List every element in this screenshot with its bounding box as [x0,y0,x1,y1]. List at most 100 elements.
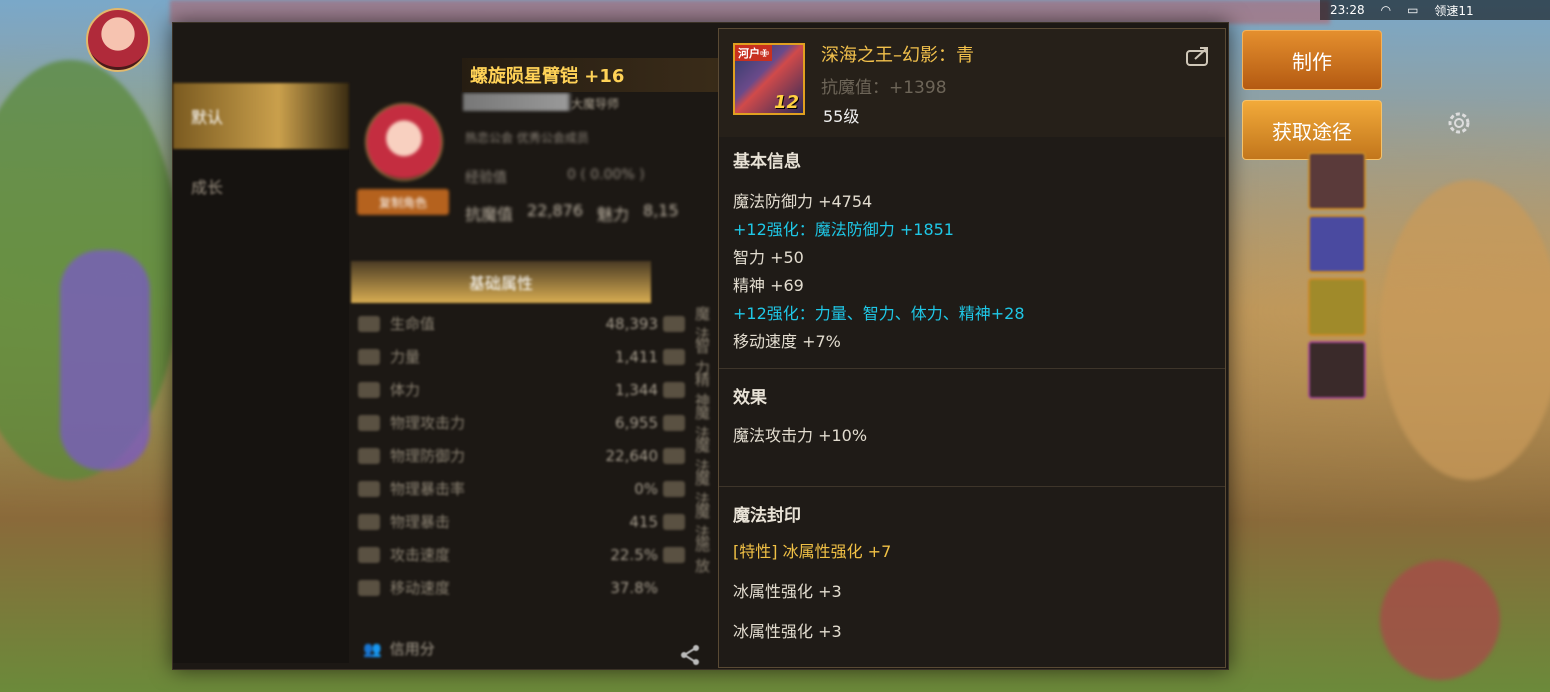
obtain-source-label: 获取途径 [1272,119,1352,144]
attr2-icon [663,381,685,398]
attr-row: 物理暴击 415 [358,505,658,538]
seal-line: [特性] 冰属性强化 +7 [733,542,892,561]
credit-score[interactable]: 👥 信用分 [363,638,435,659]
attr-value: 48,393 [605,314,659,333]
exp-value: 0 ( 0.00% ) [567,167,645,183]
resist-label: 抗魔值 [465,205,514,224]
tab-growth[interactable]: 成长 [173,153,349,219]
section-divider [719,486,1225,487]
attr-value: 6,955 [615,413,658,432]
people-icon: 👥 [363,639,382,658]
item-icon-level: 12 [773,92,799,113]
copy-character-label: 复制角色 [378,195,427,210]
equipment-slot[interactable] [1308,152,1366,210]
stat-line: 移动速度 +7% [733,332,841,351]
resist-value: 22,876 [527,201,583,220]
item-icon-tag: 河户✙ [735,45,773,61]
gear-icon[interactable] [1444,108,1474,138]
attr-value: 1,411 [615,347,658,366]
attr-row: 力量 1,411 [358,340,658,373]
attr2-icon [663,348,685,365]
equipment-slot[interactable] [1308,278,1366,336]
attr-name: 攻击速度 [390,546,451,564]
item-subtitle: 抗魔值：+1398 [821,78,947,98]
attr2-icon [663,414,685,431]
move-speed-icon [358,579,380,596]
attr-row: 移动速度 37.8% [358,571,658,604]
attr-value: 415 [629,512,658,531]
credit-label: 信用分 [389,640,435,658]
item-tooltip: 河户✙ 12 深海之王–幻影：青 抗魔值：+1398 55级 基本信息 魔法防御… [718,28,1226,668]
exp-line: 经验值 0 ( 0.00% ) [465,167,645,187]
attr-name: 体力 [390,381,421,399]
tab-default-label: 默认 [191,108,224,127]
crystal-decoration [60,250,150,470]
section-divider [719,368,1225,369]
attr-value: 37.8% [610,578,658,597]
tab-growth-label: 成长 [191,178,224,197]
stat-line: +12强化：魔法防御力 +1851 [733,220,954,239]
attr-row: 物理防御力 22,640 [358,439,658,472]
attr-row: 攻击速度 22.5% [358,538,658,571]
external-share-icon[interactable] [1185,45,1211,67]
player-avatar[interactable] [86,8,150,72]
character-title: 大魔导师 [571,97,620,111]
attr2-icon [663,546,685,563]
attr-value: 22,640 [605,446,659,465]
seal-line: 冰属性强化 +3 [733,582,842,601]
make-button-label: 制作 [1292,49,1332,74]
tab-basic-attributes[interactable]: 基础属性 [351,261,651,303]
attribute-list: 生命值 48,393 力量 1,411 体力 1,344 物理攻击力 6,955 物理防… [358,307,658,604]
top-bunting [170,0,1330,24]
tooltip-body: 基本信息 魔法防御力 +4754 +12强化：魔法防御力 +1851 智力 +5… [719,147,1225,646]
charm-value: 8,15 [643,201,679,220]
status-time: 23:28 [1330,3,1365,17]
status-bar: 23:28 ◠ ▭ 领速11 [1320,0,1550,20]
npc-right-bottom [1380,560,1500,680]
attr-name: 力量 [390,348,421,366]
battery-icon: ▭ [1407,3,1419,17]
attr-value: 22.5% [610,545,658,564]
exp-label: 经验值 [465,170,507,186]
equipment-slot[interactable] [1308,215,1366,273]
attr-name: 物理暴击率 [390,480,466,498]
basic-info-title: 基本信息 [733,152,801,172]
character-avatar [365,103,443,181]
hut-right [1380,180,1550,480]
share-icon[interactable] [678,643,702,667]
strength-icon [358,348,380,365]
attr2-icon [663,513,685,530]
status-signal: 领速11 [1434,3,1474,18]
attr-name: 生命值 [390,315,436,333]
attr-row: 体力 1,344 [358,373,658,406]
tab-default[interactable]: 默认 [173,83,349,149]
wifi-icon: ◠ [1380,3,1392,17]
attr2-icon [663,480,685,497]
attr2-icon [663,315,685,332]
stat-line: 精神 +69 [733,276,804,295]
attr-name: 物理攻击力 [390,414,466,432]
make-button[interactable]: 制作 [1242,30,1382,90]
physical-defense-icon [358,447,380,464]
stat-line: 魔法防御力 +4754 [733,192,873,211]
equipment-slot[interactable] [1308,341,1366,399]
attr-row: 生命值 48,393 [358,307,658,340]
vitality-icon [358,381,380,398]
attr2-icon [663,447,685,464]
seal-line: 冰属性强化 +3 [733,622,842,641]
selected-item-name: 螺旋陨星臂铠 +16 [470,66,625,87]
side-tabs: 默认 成长 [173,83,349,663]
stat-line: 智力 +50 [733,248,804,267]
effect-title: 效果 [733,388,767,408]
attr-name: 物理防御力 [390,447,466,465]
attack-speed-icon [358,546,380,563]
copy-character-button[interactable]: 复制角色 [357,189,449,215]
attr-value: 0% [634,479,658,498]
resist-line: 抗魔值 22,876 魅力 8,15 [465,201,679,225]
stat-line: +12强化：力量、智力、体力、精神+28 [733,304,1025,323]
obtain-source-button[interactable]: 获取途径 [1242,100,1382,160]
seal-title: 魔法封印 [733,506,801,526]
attr-name: 移动速度 [390,579,451,597]
hp-icon [358,315,380,332]
attr-name: 物理暴击 [390,513,451,531]
